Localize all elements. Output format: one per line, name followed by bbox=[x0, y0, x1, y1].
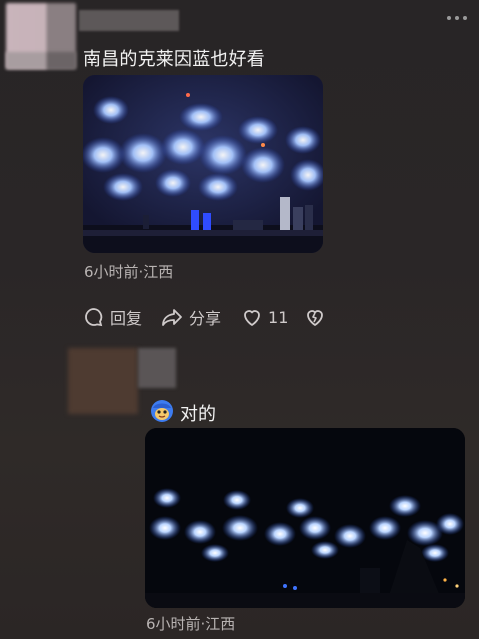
fireworks-skyline-photo bbox=[83, 75, 323, 253]
reply-button[interactable]: 回复 bbox=[83, 305, 142, 329]
dislike-button[interactable] bbox=[304, 306, 326, 328]
comment-meta: 6小时前·江西 bbox=[84, 263, 174, 281]
reply-text: 对的 bbox=[180, 404, 216, 425]
speech-bubble-icon bbox=[85, 308, 103, 327]
like-button[interactable]: 11 bbox=[241, 306, 288, 328]
reply-image[interactable] bbox=[145, 428, 465, 608]
action-bar: 回复 分享 11 bbox=[83, 305, 326, 329]
comment-image[interactable] bbox=[83, 75, 323, 253]
broken-heart-icon bbox=[307, 310, 324, 326]
reply-label: 回复 bbox=[110, 309, 143, 328]
share-arrow-icon bbox=[162, 309, 182, 326]
reply-meta: 6小时前·江西 bbox=[146, 615, 236, 633]
fireworks-night-photo bbox=[145, 428, 465, 608]
more-options-icon[interactable] bbox=[447, 16, 467, 20]
reply-username-blurred[interactable] bbox=[138, 348, 176, 388]
avatar-lower bbox=[6, 52, 76, 69]
share-button[interactable]: 分享 bbox=[160, 305, 221, 329]
comment-text: 南昌的克莱因蓝也好看 bbox=[83, 49, 265, 70]
blue-face-emoji-icon bbox=[150, 399, 174, 423]
heart-icon bbox=[244, 310, 260, 326]
username-blurred[interactable] bbox=[79, 10, 179, 31]
like-count: 11 bbox=[268, 307, 289, 327]
reply-avatar[interactable] bbox=[68, 348, 138, 414]
share-label: 分享 bbox=[189, 309, 222, 328]
